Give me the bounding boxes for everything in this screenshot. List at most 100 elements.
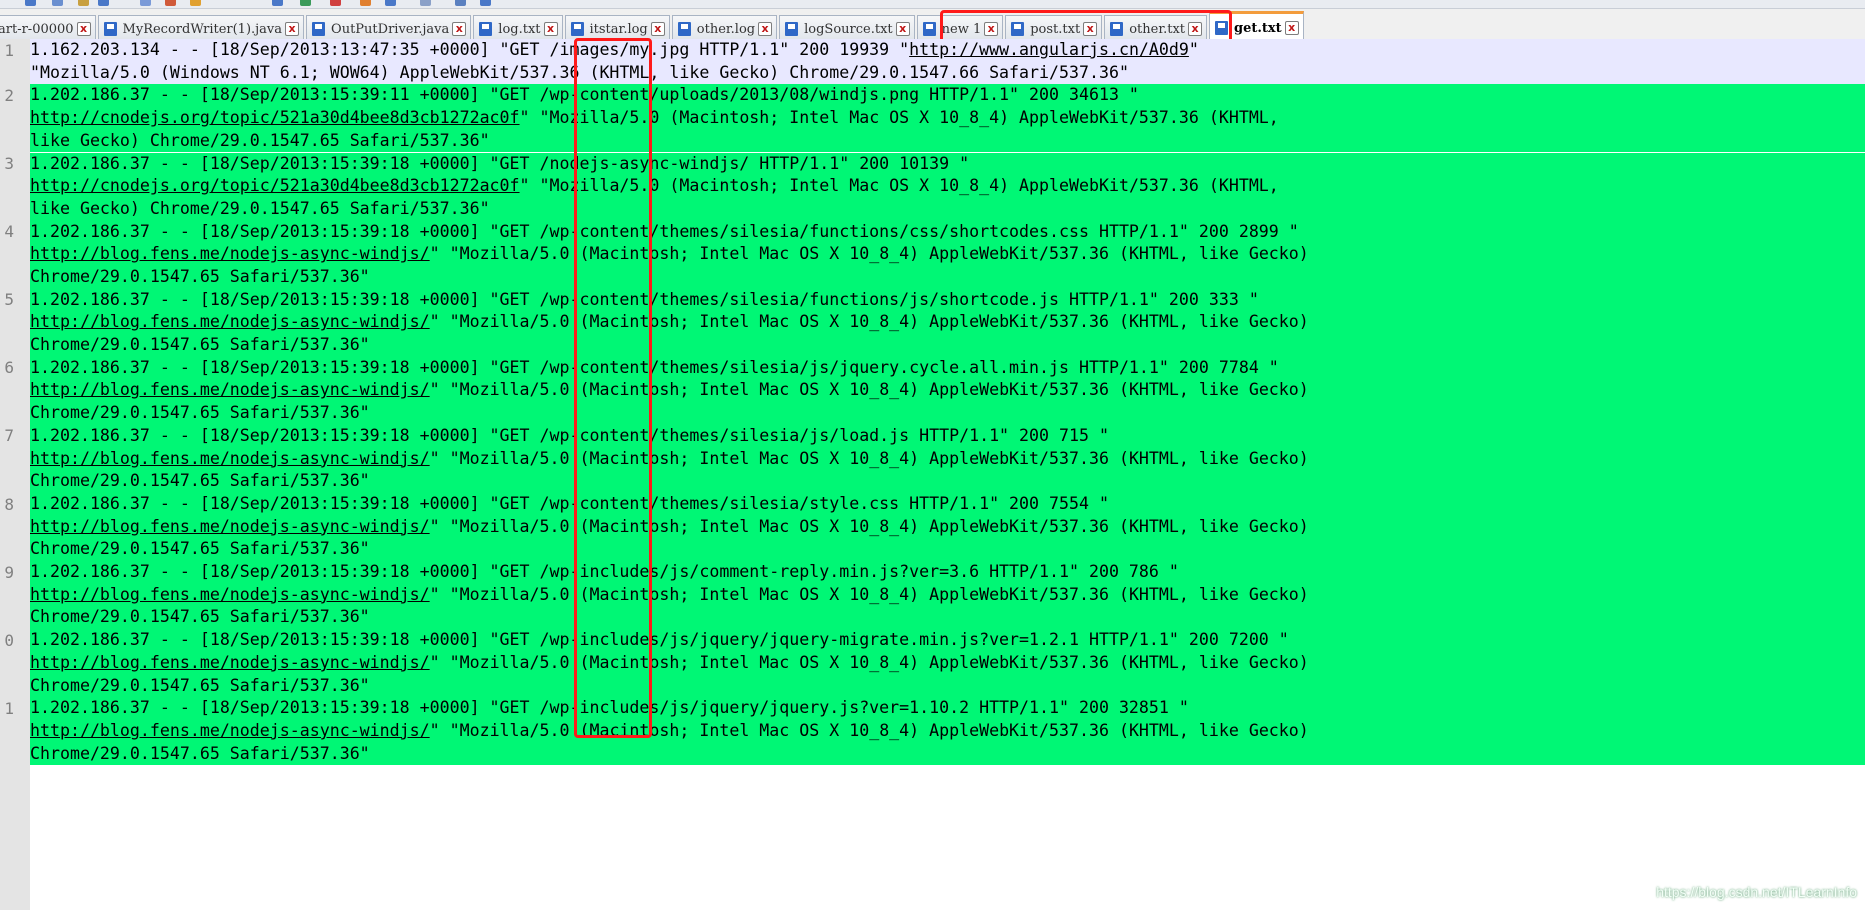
log-line[interactable]: 1.202.186.37 - - [18/Sep/2013:15:39:18 +… — [30, 356, 1865, 425]
log-line[interactable]: 1.202.186.37 - - [18/Sep/2013:15:39:18 +… — [30, 424, 1865, 493]
tab-logsource-txt[interactable]: logSource.txt x — [779, 15, 915, 42]
line-number: 6 — [4, 358, 14, 378]
url-link[interactable]: http://blog.fens.me/nodejs-async-windjs/ — [30, 244, 430, 263]
log-line[interactable]: 1.162.203.134 - - [18/Sep/2013:13:47:35 … — [30, 39, 1865, 85]
paste-icon[interactable] — [300, 0, 311, 6]
print-icon[interactable] — [165, 0, 176, 6]
line-number: 9 — [4, 562, 14, 582]
line-number: 5 — [4, 290, 14, 310]
wrapped-line: Chrome/29.0.1547.65 Safari/537.36" — [30, 743, 1865, 766]
close-tab-button[interactable]: x — [758, 22, 773, 36]
tab-other-txt[interactable]: other.txt x — [1104, 15, 1208, 42]
log-line[interactable]: 1.202.186.37 - - [18/Sep/2013:15:39:18 +… — [30, 561, 1865, 630]
tab-other-log[interactable]: other.log x — [671, 15, 778, 42]
tab-label: art-r-00000 — [0, 21, 74, 37]
url-link[interactable]: http://blog.fens.me/nodejs-async-windjs/ — [30, 449, 430, 468]
close-tab-button[interactable]: x — [650, 22, 665, 36]
line-number: 8 — [4, 494, 14, 514]
close-tab-button[interactable]: x — [895, 22, 910, 36]
log-line[interactable]: 1.202.186.37 - - [18/Sep/2013:15:39:18 +… — [30, 629, 1865, 698]
log-text: Chrome/29.0.1547.65 Safari/537.36" — [30, 607, 370, 627]
url-link[interactable]: http://blog.fens.me/nodejs-async-windjs/ — [30, 312, 430, 331]
log-text: Chrome/29.0.1547.65 Safari/537.36" — [30, 675, 370, 695]
close-tab-button[interactable]: x — [1188, 22, 1203, 36]
tab-outputdriver-java[interactable]: OutPutDriver.java x — [306, 15, 472, 42]
url-link[interactable]: http://blog.fens.me/nodejs-async-windjs/ — [30, 653, 430, 672]
zoom-icon[interactable] — [420, 0, 431, 6]
wrapped-line: Chrome/29.0.1547.65 Safari/537.36" — [30, 470, 1865, 493]
log-text: 1.202.186.37 - - [18/Sep/2013:15:39:18 +… — [30, 630, 1289, 650]
close-tab-button[interactable]: x — [543, 22, 558, 36]
tab-art-r-00000[interactable]: art-r-00000 x — [0, 15, 96, 42]
tab-get-txt[interactable]: get.txt x — [1209, 11, 1304, 42]
cut-icon[interactable] — [190, 0, 201, 6]
tab-itstar-log[interactable]: itstar.log x — [564, 15, 670, 42]
wrapped-line: like Gecko) Chrome/29.0.1547.65 Safari/5… — [30, 130, 1865, 153]
log-text: " "Mozilla/5.0 (Macintosh; Intel Mac OS … — [519, 176, 1279, 196]
tab-new-1[interactable]: new 1x — [916, 15, 1004, 42]
tab-label: other.log — [696, 21, 756, 37]
close-tab-button[interactable]: x — [1083, 22, 1098, 36]
tab-label: logSource.txt — [804, 21, 893, 37]
log-text: 1.162.203.134 - - [18/Sep/2013:13:47:35 … — [30, 40, 910, 59]
undo-icon[interactable] — [330, 0, 341, 6]
wrapped-line: 1.202.186.37 - - [18/Sep/2013:15:39:18 +… — [30, 697, 1865, 720]
log-text: " "Mozilla/5.0 (Macintosh; Intel Mac OS … — [429, 516, 1309, 536]
close-tab-button[interactable]: x — [76, 22, 91, 36]
line-number: 2 — [4, 85, 14, 105]
log-line[interactable]: 1.202.186.37 - - [18/Sep/2013:15:39:18 +… — [30, 288, 1865, 357]
new-file-icon[interactable] — [25, 0, 36, 6]
save-icon[interactable] — [78, 0, 89, 6]
find-icon[interactable] — [385, 0, 396, 6]
line-number: 3 — [4, 154, 14, 173]
file-saved-icon — [103, 22, 117, 36]
wrapped-line: Chrome/29.0.1547.65 Safari/537.36" — [30, 675, 1865, 698]
open-icon[interactable] — [52, 0, 63, 6]
wrapped-line: http://cnodejs.org/topic/521a30d4bee8d3c… — [30, 107, 1865, 130]
log-text: 1.202.186.37 - - [18/Sep/2013:15:39:18 +… — [30, 153, 970, 173]
tab-label: other.txt — [1129, 21, 1186, 37]
log-line[interactable]: 1.202.186.37 - - [18/Sep/2013:15:39:18 +… — [30, 697, 1865, 766]
url-link[interactable]: http://blog.fens.me/nodejs-async-windjs/ — [30, 585, 430, 604]
log-text: " "Mozilla/5.0 (Macintosh; Intel Mac OS … — [519, 108, 1279, 128]
redo-icon[interactable] — [360, 0, 371, 6]
close-tab-button[interactable]: x — [1284, 21, 1299, 35]
log-text: " — [1188, 40, 1199, 59]
log-line[interactable]: 1.202.186.37 - - [18/Sep/2013:15:39:18 +… — [30, 152, 1865, 221]
url-link[interactable]: http://blog.fens.me/nodejs-async-windjs/ — [30, 380, 430, 399]
log-text: Chrome/29.0.1547.65 Safari/537.36" — [30, 335, 370, 355]
close-tab-button[interactable]: x — [285, 22, 300, 36]
file-saved-icon — [570, 22, 584, 36]
tab-log-txt[interactable]: log.txt x — [473, 15, 563, 42]
log-text: " "Mozilla/5.0 (Macintosh; Intel Mac OS … — [429, 584, 1309, 604]
wrapped-line: http://blog.fens.me/nodejs-async-windjs/… — [30, 448, 1865, 471]
watermark: https://blog.csdn.net/ITLearnInfo — [1656, 884, 1857, 900]
url-link[interactable]: http://blog.fens.me/nodejs-async-windjs/ — [30, 517, 430, 536]
close-tab-button[interactable]: x — [452, 22, 467, 36]
wrapped-line: 1.202.186.37 - - [18/Sep/2013:15:39:18 +… — [30, 561, 1865, 584]
url-link[interactable]: http://cnodejs.org/topic/521a30d4bee8d3c… — [30, 176, 520, 195]
tab-label: get.txt — [1234, 20, 1282, 36]
log-text: 1.202.186.37 - - [18/Sep/2013:15:39:18 +… — [30, 698, 1189, 718]
log-line[interactable]: 1.202.186.37 - - [18/Sep/2013:15:39:18 +… — [30, 220, 1865, 289]
macro-icon[interactable] — [480, 0, 491, 6]
log-line[interactable]: 1.202.186.37 - - [18/Sep/2013:15:39:18 +… — [30, 493, 1865, 562]
log-text: 1.202.186.37 - - [18/Sep/2013:15:39:18 +… — [30, 289, 1259, 309]
editor-area[interactable]: 1 2 3 4 5 6 7 8 9 0 1 1.162.203.134 - - [18/Sep/20… — [0, 39, 1865, 910]
url-link[interactable]: http://www.angularjs.cn/A0d9 — [909, 40, 1189, 59]
copy-icon[interactable] — [272, 0, 283, 6]
close-icon[interactable] — [140, 0, 151, 6]
url-link[interactable]: http://blog.fens.me/nodejs-async-windjs/ — [30, 721, 430, 740]
url-link[interactable]: http://cnodejs.org/topic/521a30d4bee8d3c… — [30, 108, 520, 127]
tab-myrecordwriter-1-java[interactable]: MyRecordWriter(1).java x — [97, 15, 305, 42]
log-line[interactable]: 1.202.186.37 - - [18/Sep/2013:15:39:11 +… — [30, 84, 1865, 153]
tab-label: post.txt — [1030, 21, 1081, 37]
log-text: like Gecko) Chrome/29.0.1547.65 Safari/5… — [30, 130, 490, 150]
file-saved-icon — [785, 22, 799, 36]
tab-post-txt[interactable]: post.txt x — [1005, 15, 1103, 42]
close-tab-button[interactable]: x — [984, 22, 999, 36]
wrapped-line: 1.162.203.134 - - [18/Sep/2013:13:47:35 … — [30, 39, 1865, 62]
wrapped-line: http://blog.fens.me/nodejs-async-windjs/… — [30, 379, 1865, 402]
sync-icon[interactable] — [455, 0, 466, 6]
save-all-icon[interactable] — [98, 0, 109, 6]
